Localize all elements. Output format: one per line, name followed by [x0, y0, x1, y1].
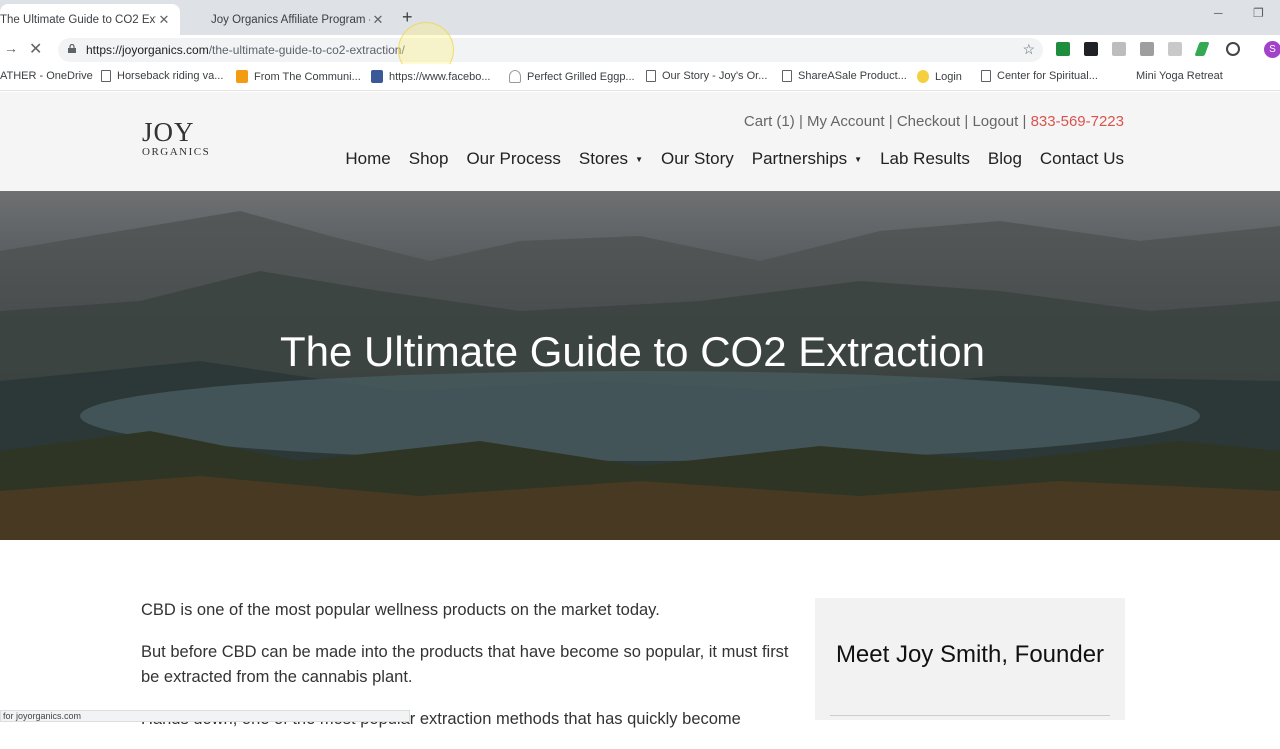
bookmark-item[interactable]: Perfect Grilled Eggp...: [509, 70, 635, 83]
extension-icon[interactable]: [1168, 42, 1182, 56]
amazon-icon: [236, 70, 248, 83]
nav-label: Shop: [408, 149, 449, 168]
address-bar[interactable]: https://joyorganics.com/the-ultimate-gui…: [58, 38, 1043, 62]
divider: [830, 715, 1110, 716]
login-icon: [917, 70, 929, 83]
separator: |: [798, 113, 803, 130]
page-icon: [101, 70, 111, 82]
nav-label: Blog: [987, 149, 1022, 168]
minimize-icon[interactable]: ─: [1214, 6, 1223, 20]
phone-link[interactable]: 833-569-7223: [1031, 113, 1124, 130]
tab-active[interactable]: The Ultimate Guide to CO2 Extra ✕: [0, 4, 180, 35]
url-path: /the-ultimate-guide-to-co2-extraction/: [208, 43, 405, 57]
checkout-link[interactable]: Checkout: [897, 113, 960, 130]
nav-label: Our Story: [660, 149, 734, 168]
profile-avatar[interactable]: S: [1264, 41, 1280, 58]
nav-label: Contact Us: [1039, 149, 1124, 168]
nav-label: Partnerships: [751, 149, 848, 168]
page-icon: [646, 70, 656, 82]
bookmark-item[interactable]: https://www.facebo...: [371, 70, 491, 83]
bookmark-item[interactable]: Login: [917, 70, 962, 83]
nav-contact-us[interactable]: Contact Us: [1040, 149, 1124, 169]
browser-toolbar: → ✕ https://joyorganics.com/the-ultimate…: [0, 35, 1280, 64]
nav-our-process[interactable]: Our Process: [466, 149, 560, 169]
site-logo[interactable]: JOY ORGANICS: [142, 117, 211, 159]
bookmark-item[interactable]: Horseback riding va...: [101, 70, 223, 82]
logo-wordmark: JOY: [142, 117, 195, 147]
paragraph: CBD is one of the most popular wellness …: [141, 601, 660, 619]
nav-our-story[interactable]: Our Story: [661, 149, 734, 169]
extension-icon[interactable]: [1084, 42, 1098, 56]
nav-blog[interactable]: Blog: [988, 149, 1022, 169]
logo-subtitle: ORGANICS: [142, 146, 211, 158]
restore-icon[interactable]: ❐: [1253, 6, 1264, 20]
main-nav: Home Shop Our Process Stores ▼ Our Story …: [327, 149, 1124, 169]
browser-tab-bar: The Ultimate Guide to CO2 Extra ✕ Joy Or…: [0, 0, 1280, 35]
bookmark-item[interactable]: From The Communi...: [236, 70, 361, 83]
separator: |: [1022, 113, 1027, 130]
extension-icon[interactable]: [1140, 42, 1154, 56]
bookmark-label: Perfect Grilled Eggp...: [527, 70, 635, 83]
bookmark-item[interactable]: ShareASale Product...: [782, 70, 907, 82]
bookmark-item[interactable]: ATHER - OneDrive: [0, 70, 93, 82]
facebook-icon: [371, 70, 383, 83]
nav-label: Stores: [578, 149, 629, 168]
nav-lab-results[interactable]: Lab Results: [880, 149, 970, 169]
tab-title: The Ultimate Guide to CO2 Extra: [0, 13, 156, 26]
bookmark-label: Login: [935, 70, 962, 83]
bookmark-label: https://www.facebo...: [389, 70, 491, 83]
close-tab-icon[interactable]: ✕: [156, 12, 172, 28]
article-body: CBD is one of the most popular wellness …: [141, 598, 791, 749]
bookmark-item[interactable]: Center for Spiritual...: [981, 70, 1098, 82]
extension-icon[interactable]: [1112, 42, 1126, 56]
bookmark-label: Our Story - Joy's Or...: [662, 70, 768, 82]
tab-title: Joy Organics Affiliate Program - I: [211, 13, 370, 26]
nav-partnerships[interactable]: Partnerships ▼: [752, 149, 862, 169]
nav-label: Home: [345, 149, 391, 168]
caret-down-icon: ▼: [635, 154, 643, 164]
bookmark-star-icon[interactable]: ☆: [1022, 41, 1035, 58]
nav-home[interactable]: Home: [345, 149, 390, 169]
bookmark-label: ShareASale Product...: [798, 70, 907, 82]
separator: |: [964, 113, 969, 130]
extension-icon[interactable]: [1226, 42, 1240, 56]
cart-link[interactable]: Cart (1): [744, 113, 795, 130]
founder-sidebar: Meet Joy Smith, Founder: [815, 598, 1125, 720]
bookmark-item[interactable]: Our Story - Joy's Or...: [646, 70, 767, 82]
utility-links: Cart (1) | My Account | Checkout | Logou…: [744, 113, 1124, 130]
logout-link[interactable]: Logout: [972, 113, 1018, 130]
nav-label: Lab Results: [880, 149, 970, 168]
page-icon: [782, 70, 792, 82]
my-account-link[interactable]: My Account: [807, 113, 885, 130]
close-tab-icon[interactable]: ✕: [370, 12, 386, 28]
stop-loading-icon[interactable]: ✕: [29, 39, 42, 59]
bookmark-label: From The Communi...: [254, 70, 361, 83]
extension-icon[interactable]: [1056, 42, 1070, 56]
caret-down-icon: ▼: [854, 154, 863, 164]
paragraph: But before CBD can be made into the prod…: [141, 643, 789, 686]
page-title: The Ultimate Guide to CO2 Extraction: [280, 328, 985, 375]
bookmark-label: Center for Spiritual...: [997, 70, 1098, 82]
nav-shop[interactable]: Shop: [409, 149, 449, 169]
home-icon: [509, 70, 521, 83]
separator: |: [888, 113, 893, 130]
tab-affiliate[interactable]: Joy Organics Affiliate Program - I ✕: [198, 4, 394, 35]
site-header: JOY ORGANICS Cart (1) | My Account | Che…: [0, 92, 1280, 191]
bookmark-label: ATHER - OneDrive: [0, 70, 93, 82]
status-bar: for joyorganics.com: [0, 710, 410, 722]
forward-icon[interactable]: →: [4, 40, 18, 56]
sidebar-title: Meet Joy Smith, Founder: [835, 641, 1105, 668]
extension-icon[interactable]: [1194, 42, 1210, 56]
page-icon: [981, 70, 991, 82]
nav-stores[interactable]: Stores ▼: [579, 149, 643, 169]
url-text: https://joyorganics.com/the-ultimate-gui…: [86, 43, 405, 57]
hero-banner: The Ultimate Guide to CO2 Extraction: [0, 191, 1280, 540]
nav-label: Our Process: [466, 149, 561, 168]
bookmark-label: Mini Yoga Retreat: [1136, 70, 1223, 82]
bookmark-item[interactable]: Mini Yoga Retreat: [1136, 70, 1223, 82]
bookmarks-bar: ATHER - OneDrive Horseback riding va... …: [0, 64, 1280, 91]
bookmark-label: Horseback riding va...: [117, 70, 224, 82]
url-host: https://joyorganics.com: [86, 43, 209, 57]
lock-icon: [68, 44, 76, 53]
